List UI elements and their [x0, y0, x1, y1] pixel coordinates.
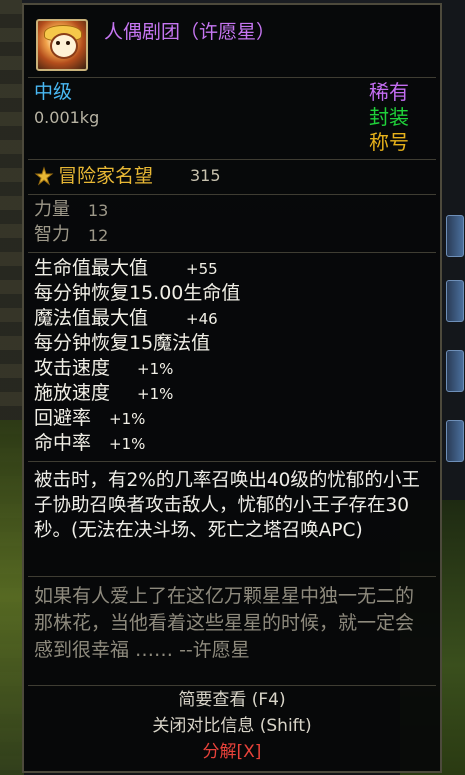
bonus-label: 攻击速度: [34, 357, 111, 379]
stat-value: 12: [88, 226, 109, 245]
brief-view-button[interactable]: 简要查看 (F4): [24, 692, 440, 709]
bonus-value: +55: [186, 260, 218, 278]
divider: [28, 461, 436, 462]
item-grade: 中级: [34, 81, 73, 103]
fame-emblem-icon: [34, 166, 54, 186]
divider: [28, 159, 436, 160]
background-side-tab: [446, 350, 464, 392]
disassemble-button[interactable]: 分解[X]: [24, 744, 440, 761]
bonus-value: +1%: [137, 360, 174, 378]
background-side-tab: [446, 280, 464, 322]
background-side-tab: [446, 215, 464, 257]
bonus-label: 施放速度: [34, 382, 111, 404]
item-flavor-text: 如果有人爱上了在这亿万颗星星中独一无二的那株花，当他看着这些星星的时候，就一定会…: [34, 585, 415, 661]
bonus-label: 每分钟恢复15.00生命值: [34, 282, 241, 304]
stat-label: 智力: [34, 224, 70, 245]
item-name: 人偶剧团（许愿星）: [104, 21, 276, 43]
divider: [28, 576, 436, 577]
doll-portrait-icon: [36, 19, 88, 71]
close-compare-button[interactable]: 关闭对比信息 (Shift): [24, 718, 440, 735]
bonus-value: +1%: [137, 385, 174, 403]
game-screen: 人偶剧团（许愿星） 中级 0.001kg 稀有 封装 称号 冒险家名望 315 …: [0, 0, 465, 775]
stat-label: 力量: [34, 199, 70, 220]
fame-value: 315: [190, 166, 221, 185]
bonus-label: 命中率: [34, 432, 92, 454]
divider: [28, 194, 436, 195]
background-scenery-left: [0, 420, 24, 775]
background-side-tab: [446, 420, 464, 462]
item-description: 被击时，有2%的几率召唤出40级的忧郁的小王子协助召唤者攻击敌人，忧郁的小王子存…: [34, 470, 420, 541]
divider: [28, 685, 436, 686]
item-tooltip: 人偶剧团（许愿星） 中级 0.001kg 稀有 封装 称号 冒险家名望 315 …: [22, 3, 442, 773]
bonus-label: 魔法值最大值: [34, 307, 149, 329]
bonus-value: +1%: [109, 410, 146, 428]
divider: [28, 252, 436, 253]
divider: [28, 77, 436, 78]
item-weight: 0.001kg: [34, 108, 100, 127]
stat-value: 13: [88, 201, 109, 220]
bonus-label: 回避率: [34, 407, 92, 429]
fame-label: 冒险家名望: [58, 165, 154, 187]
bonus-label: 生命值最大值: [34, 257, 149, 279]
bonus-value: +46: [186, 310, 218, 328]
bonus-value: +1%: [109, 435, 146, 453]
item-rarity: 稀有: [369, 80, 409, 104]
item-type: 称号: [369, 130, 409, 154]
item-seal-status: 封装: [369, 105, 409, 129]
bonus-label: 每分钟恢复15魔法值: [34, 332, 211, 354]
